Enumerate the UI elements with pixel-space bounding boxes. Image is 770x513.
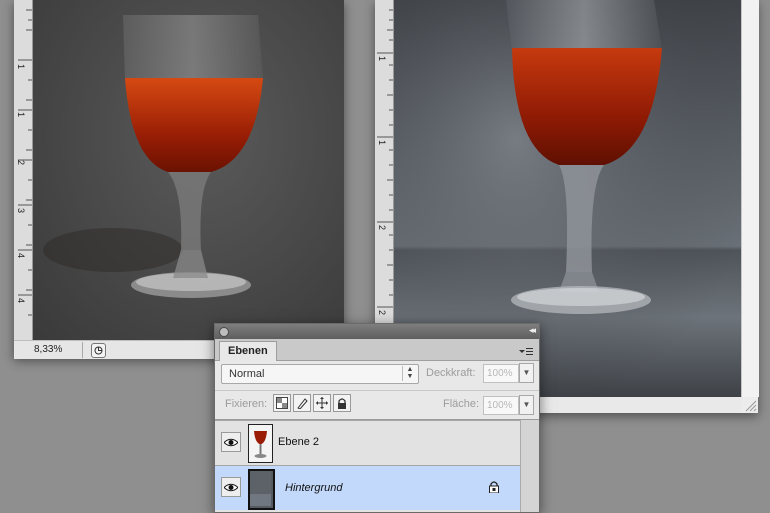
image-canvas-left[interactable] [33, 0, 344, 340]
tab-ebenen[interactable]: Ebenen [219, 341, 277, 361]
panel-menu-icon[interactable] [519, 344, 533, 355]
fill-dropdown-button[interactable]: ▼ [519, 395, 534, 415]
document-window-left: 1 1 2 3 4 4 8,33% [14, 0, 344, 359]
resize-grip-icon[interactable] [741, 397, 758, 413]
ruler-label: 4 [16, 298, 26, 304]
status-menu-icon[interactable] [91, 343, 106, 358]
opacity-label: Deckkraft: [426, 367, 476, 379]
panel-tabbar: Ebenen [215, 339, 539, 361]
ruler-label: 1 [377, 56, 387, 62]
panel-titlebar[interactable]: ◂◂ [215, 324, 539, 339]
ruler-label: 4 [16, 253, 26, 259]
lock-position-icon[interactable] [313, 394, 331, 412]
wine-glass-image [43, 15, 263, 298]
ruler-label: 2 [16, 160, 26, 166]
ruler-label: 1 [16, 64, 26, 70]
layer-list: Ebene 2 Hintergrund [215, 419, 539, 512]
blend-row: Normal ▲ ▼ Deckkraft: 100% ▼ [215, 362, 539, 386]
vertical-scrollbar-right[interactable] [741, 0, 759, 397]
ruler-label: 1 [377, 140, 387, 146]
lock-label: Fixieren: [225, 398, 268, 410]
ruler-label: 2 [377, 310, 387, 316]
lock-transparency-icon[interactable] [273, 394, 291, 412]
layer-thumbnail [248, 469, 275, 510]
visibility-eye-icon[interactable] [221, 432, 241, 452]
layers-panel: ◂◂ Ebenen Normal ▲ ▼ Deckkraft: 100% ▼ Fi… [214, 323, 540, 513]
blend-mode-select[interactable]: Normal ▲ ▼ [221, 364, 419, 384]
blend-mode-value: Normal [229, 368, 265, 380]
lock-row: Fixieren: Fläche: 100% ▼ [215, 390, 539, 417]
layer-row[interactable]: Ebene 2 [215, 420, 520, 465]
opacity-dropdown-button[interactable]: ▼ [519, 363, 534, 383]
lock-all-icon[interactable] [333, 394, 351, 412]
layer-name[interactable]: Ebene 2 [278, 436, 319, 448]
ruler-ticks [18, 9, 32, 316]
ruler-label: 3 [16, 208, 26, 214]
visibility-eye-icon[interactable] [221, 477, 241, 497]
lock-pixels-icon[interactable] [293, 394, 311, 412]
layer-lock-icon [488, 480, 500, 494]
close-icon[interactable] [219, 327, 229, 337]
status-divider [82, 342, 83, 358]
layer-row-selected[interactable]: Hintergrund [215, 465, 520, 510]
fill-input[interactable]: 100% [483, 396, 519, 415]
opacity-input[interactable]: 100% [483, 364, 519, 383]
vertical-ruler-left: 1 1 2 3 4 4 [14, 0, 33, 340]
ruler-label: 2 [377, 225, 387, 231]
collapse-icon[interactable]: ◂◂ [529, 325, 536, 336]
ruler-label: 1 [16, 112, 26, 118]
zoom-level[interactable]: 8,33% [34, 344, 84, 355]
select-arrows-icon: ▲ ▼ [402, 366, 417, 381]
layer-name[interactable]: Hintergrund [285, 482, 342, 494]
layer-list-scrollbar[interactable] [520, 420, 539, 512]
layer-thumbnail [248, 424, 273, 463]
fill-label: Fläche: [443, 398, 480, 410]
